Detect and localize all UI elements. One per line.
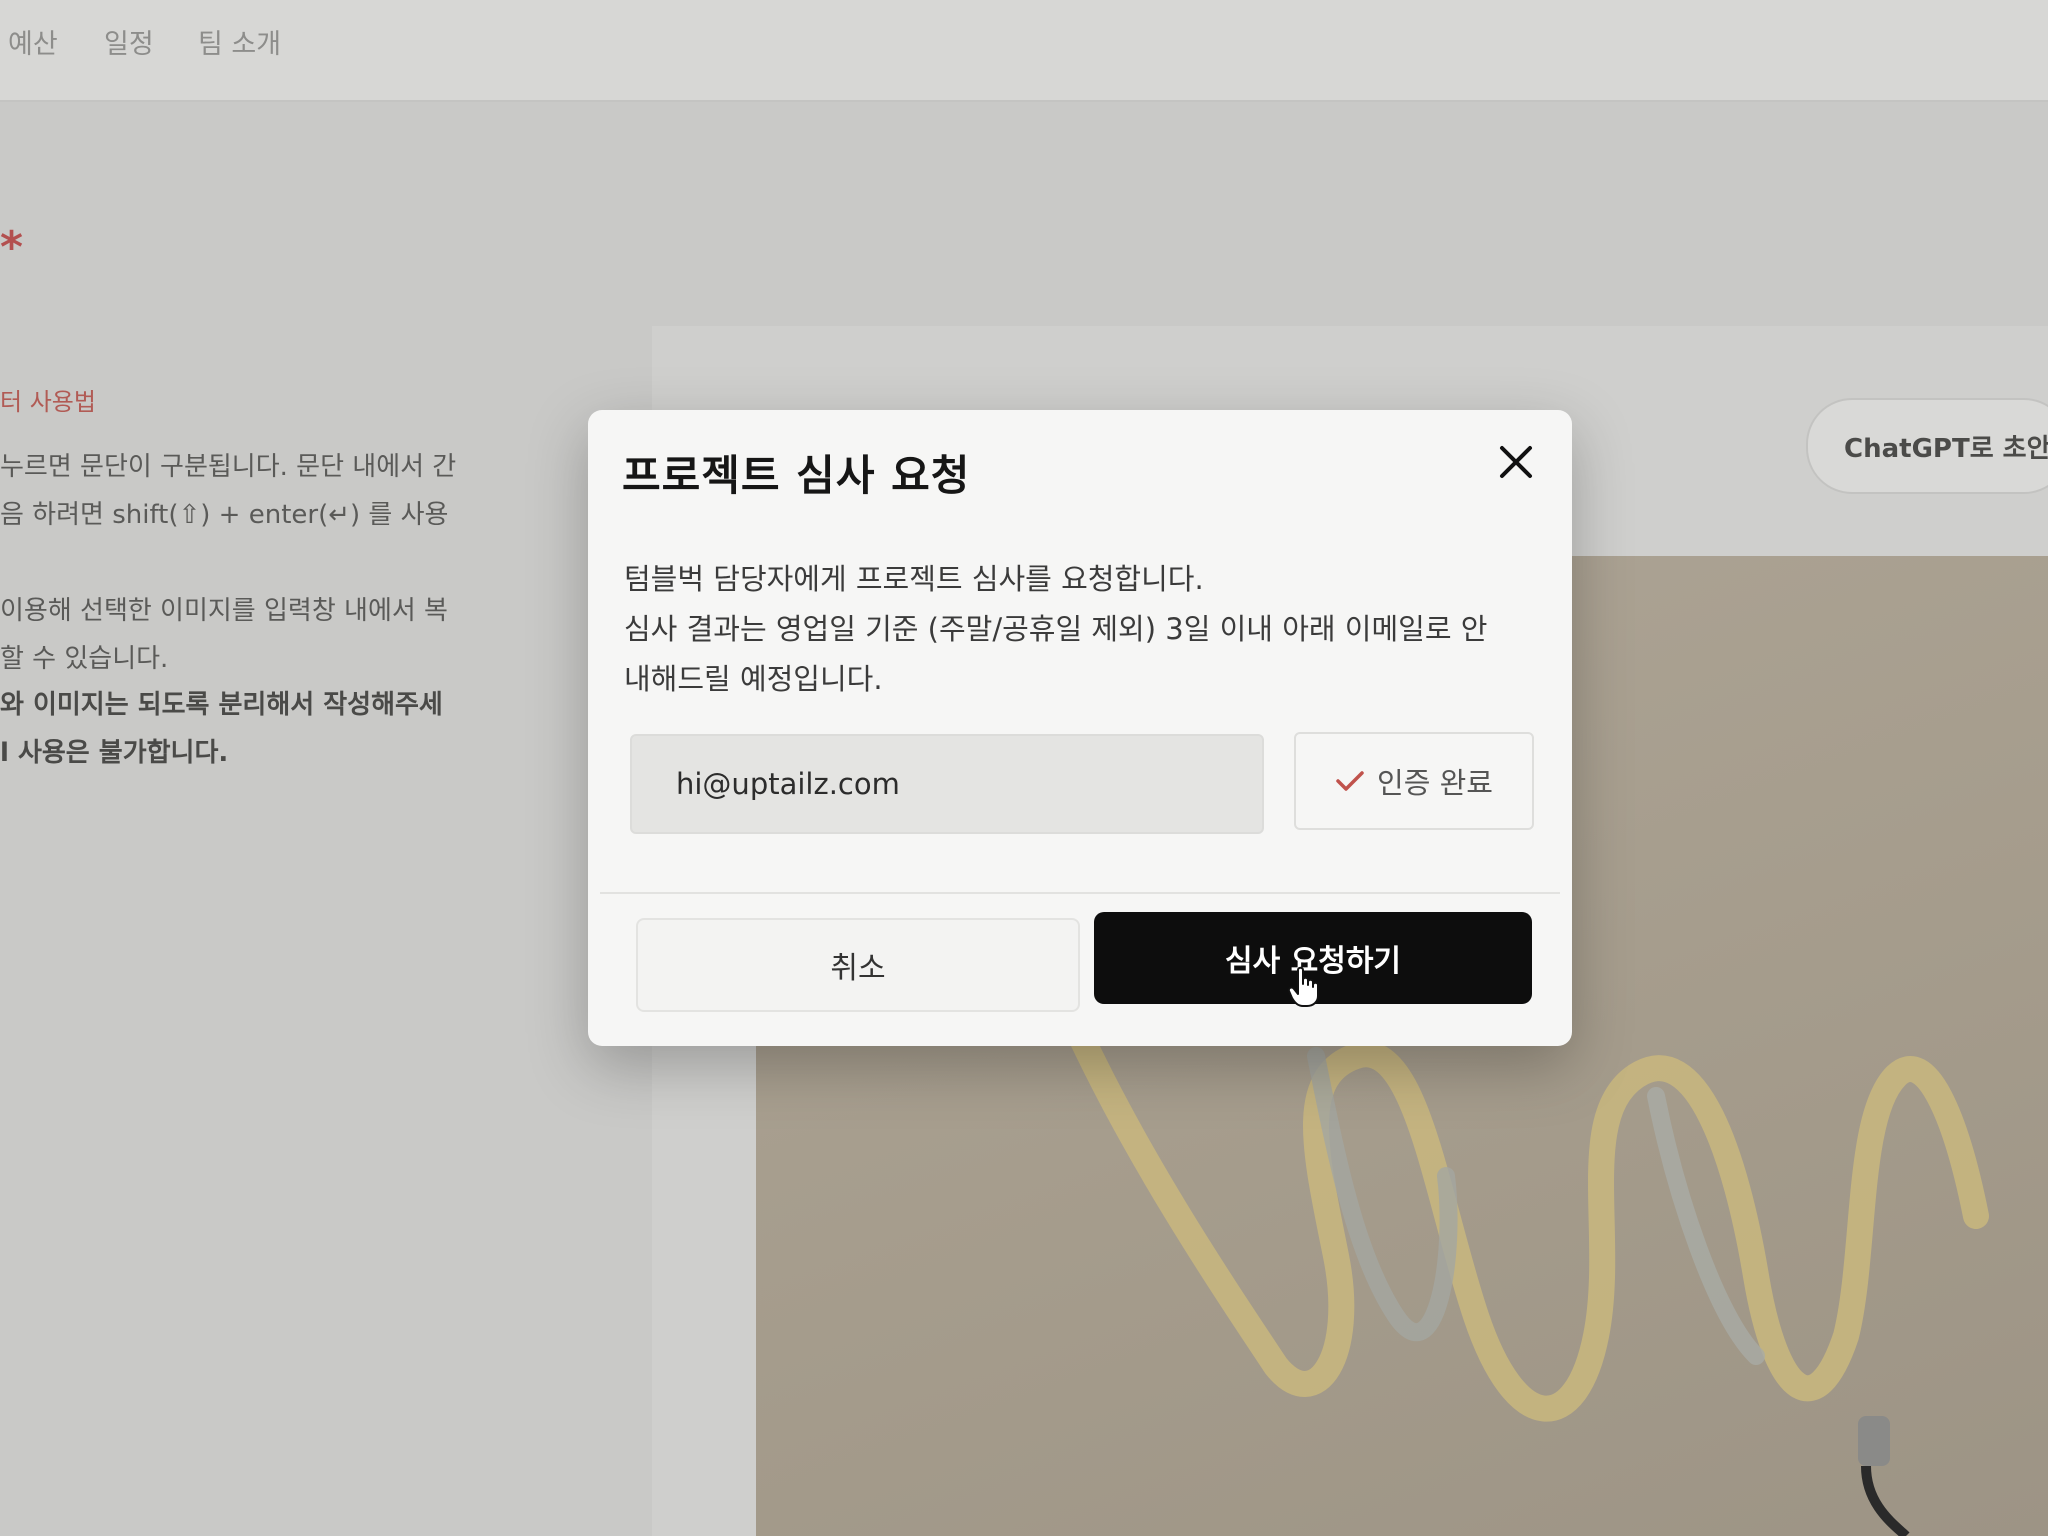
modal-title: 프로젝트 심사 요청 bbox=[622, 451, 971, 500]
modal-divider bbox=[600, 892, 1560, 894]
editor-help-title: 터 사용법 bbox=[0, 388, 96, 416]
required-mark: * bbox=[0, 222, 24, 273]
chatgpt-draft-label: ChatGPT로 초안 bbox=[1844, 434, 2048, 464]
chatgpt-draft-button[interactable]: ChatGPT로 초안 bbox=[1806, 398, 2048, 494]
modal-description: 텀블벅 담당자에게 프로젝트 심사를 요청합니다. 심사 결과는 영업일 기준 … bbox=[624, 554, 1534, 704]
hand-pointer-icon bbox=[1288, 966, 1319, 1007]
cancel-button[interactable]: 취소 bbox=[636, 918, 1080, 1012]
editor-help-line: 와 이미지는 되도록 분리해서 작성해주세 bbox=[0, 690, 443, 720]
nav-item-budget[interactable]: 예산 bbox=[8, 22, 58, 61]
check-icon bbox=[1336, 771, 1364, 791]
cancel-button-label: 취소 bbox=[830, 951, 886, 986]
nav-item-team[interactable]: 팀 소개 bbox=[198, 22, 281, 61]
close-icon bbox=[1500, 446, 1532, 478]
editor-help-line: l 사용은 불가합니다. bbox=[0, 738, 229, 768]
description-line: 심사 결과는 영업일 기준 (주말/공휴일 제외) 3일 이내 아래 이메일로 … bbox=[624, 612, 1488, 646]
nav-item-schedule[interactable]: 일정 bbox=[104, 22, 154, 61]
review-request-modal: 프로젝트 심사 요청 텀블벅 담당자에게 프로젝트 심사를 요청합니다. 심사 … bbox=[588, 410, 1572, 1046]
email-field[interactable]: hi@uptailz.com bbox=[630, 734, 1264, 834]
editor-help-line: 이용해 선택한 이미지를 입력창 내에서 복 bbox=[0, 596, 448, 626]
close-button[interactable] bbox=[1488, 434, 1544, 490]
top-navigation: 예산 일정 팀 소개 bbox=[0, 0, 2048, 102]
editor-help-line: 할 수 있습니다. bbox=[0, 644, 169, 674]
description-line: 내해드릴 예정입니다. bbox=[624, 662, 883, 696]
verification-label: 인증 완료 bbox=[1377, 766, 1493, 800]
verification-status: 인증 완료 bbox=[1294, 732, 1534, 830]
editor-help-line: 누르면 문단이 구분됩니다. 문단 내에서 간 bbox=[0, 452, 457, 482]
description-line: 텀블벅 담당자에게 프로젝트 심사를 요청합니다. bbox=[624, 562, 1204, 596]
editor-help-line: 음 하려면 shift(⇧) + enter(↵) 를 사용 bbox=[0, 500, 449, 530]
